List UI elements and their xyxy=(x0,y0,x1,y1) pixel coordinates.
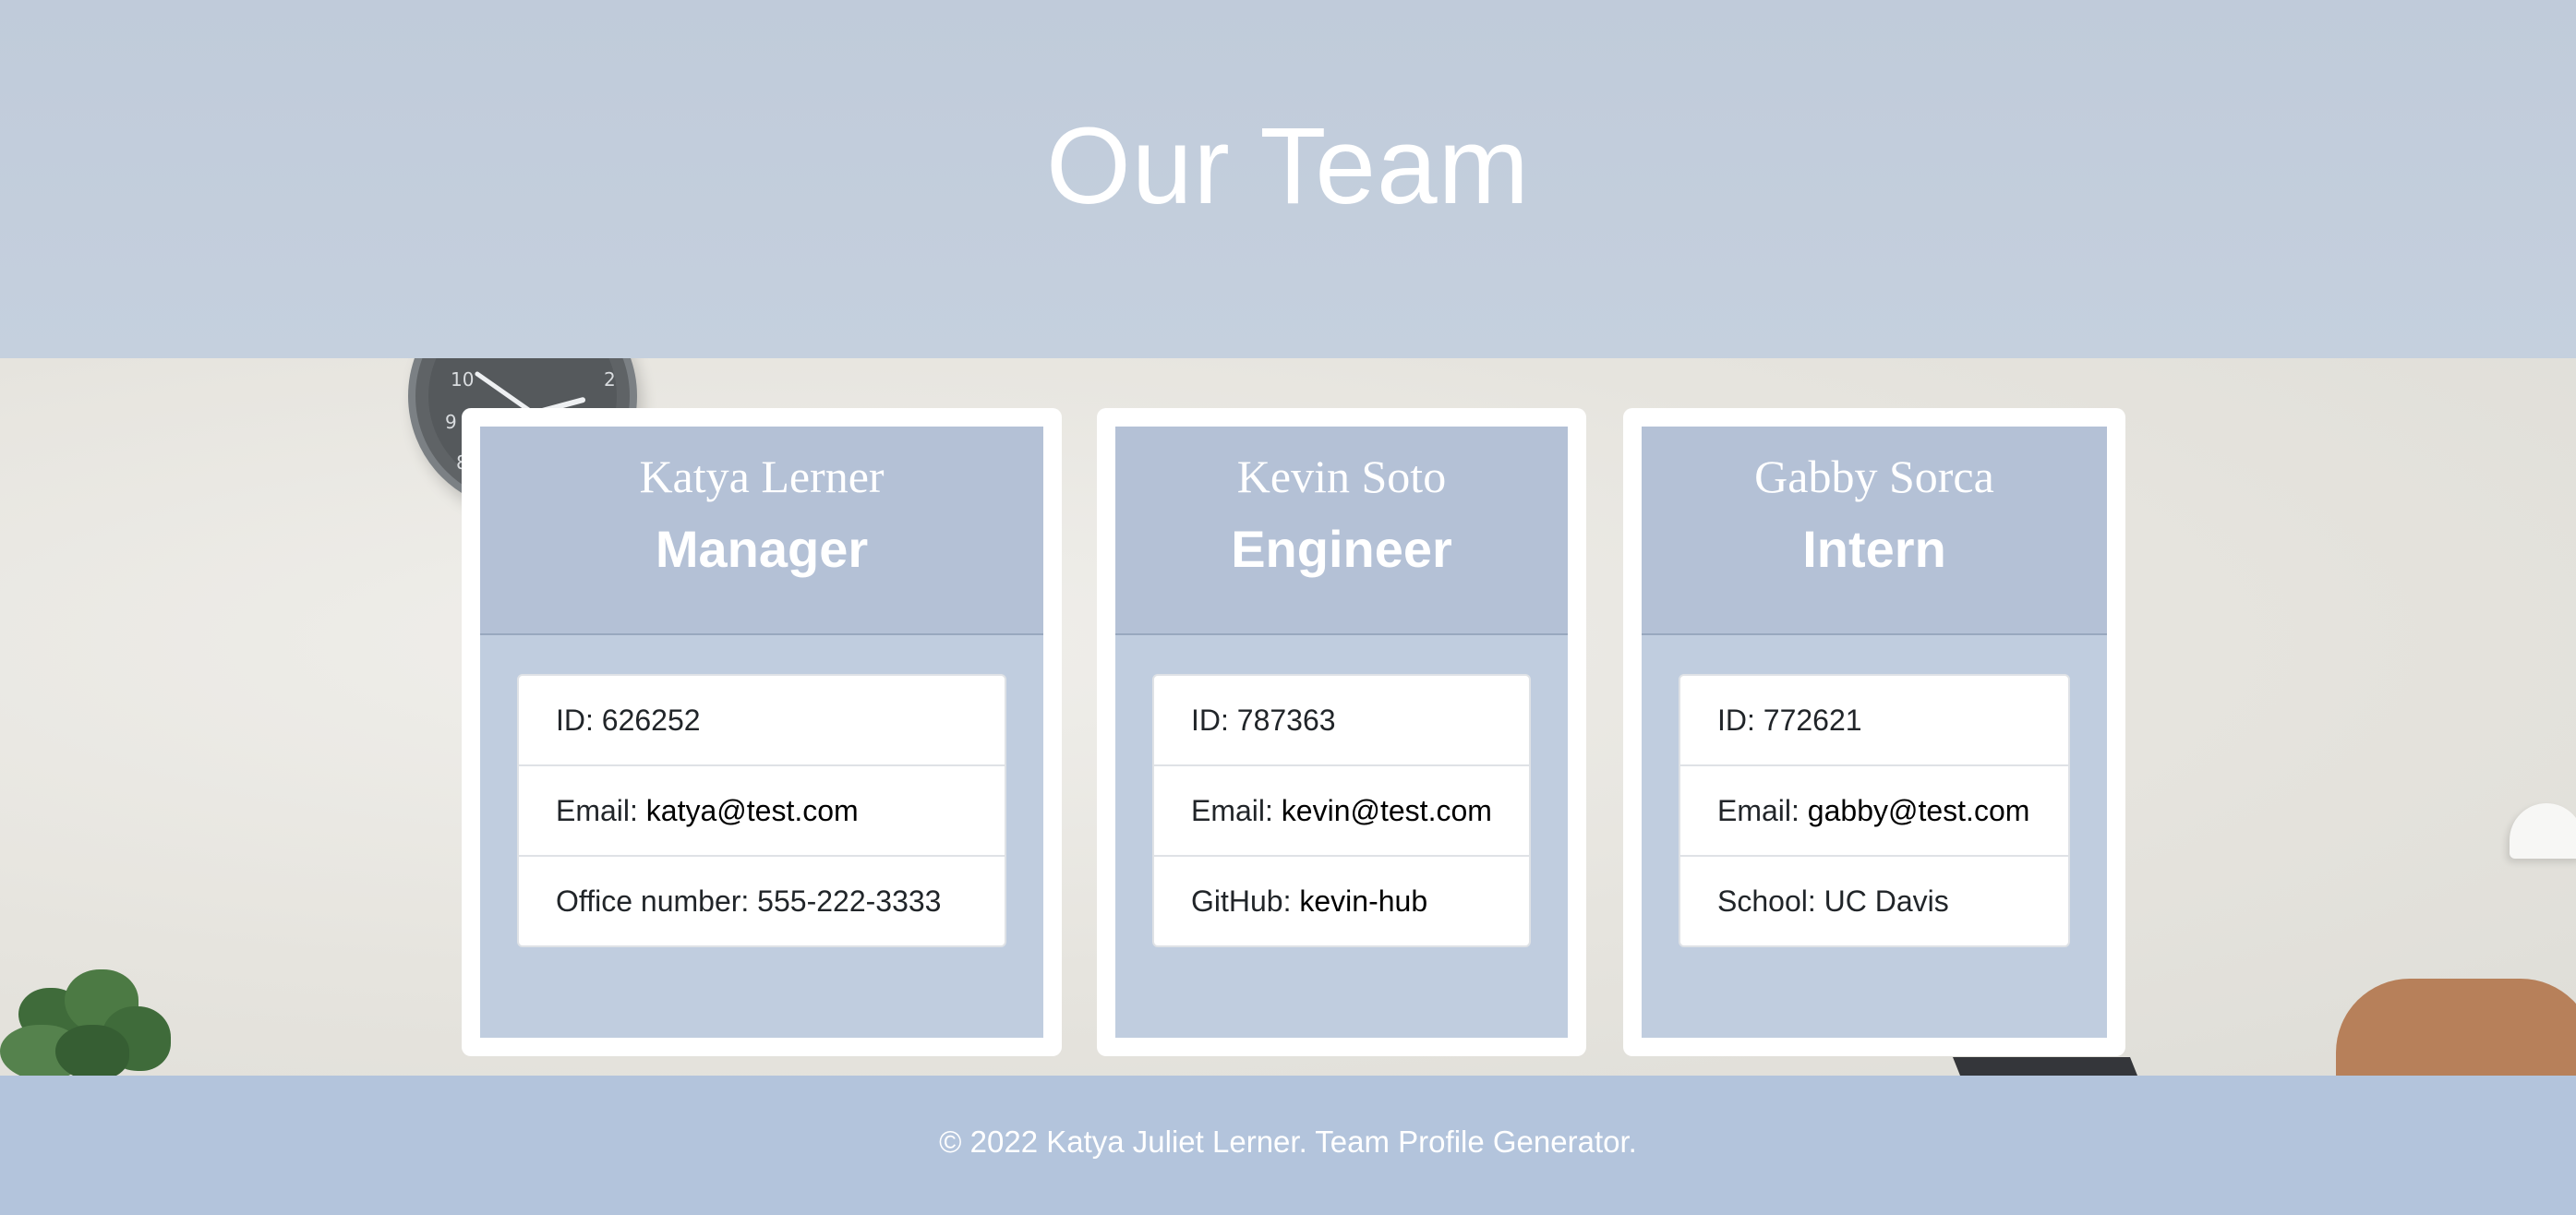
school-label: School: xyxy=(1717,884,1824,918)
email-label: Email: xyxy=(556,794,646,827)
employee-details: ID: 626252 Email: katya@test.com Office … xyxy=(517,674,1006,947)
employee-name: Gabby Sorca xyxy=(1754,451,1994,502)
school: School: UC Davis xyxy=(1680,857,2068,945)
office-number: Office number: 555-222-3333 xyxy=(519,857,1005,945)
page-title: Our Team xyxy=(1046,105,1530,227)
employee-role: Intern xyxy=(1802,520,1946,578)
employee-name: Katya Lerner xyxy=(639,451,885,502)
employee-role: Manager xyxy=(655,520,869,578)
employee-email: Email: kevin@test.com xyxy=(1154,766,1529,857)
card-body: Katya Lerner Manager ID: 626252 Email: k… xyxy=(480,427,1043,1038)
id-value: 787363 xyxy=(1236,704,1336,737)
card-header: Katya Lerner Manager xyxy=(480,427,1043,635)
email-link[interactable]: katya@test.com xyxy=(646,794,859,827)
email-label: Email: xyxy=(1191,794,1282,827)
employee-id: ID: 772621 xyxy=(1680,676,2068,766)
github: GitHub: kevin-hub xyxy=(1154,857,1529,945)
employee-card-engineer: Kevin Soto Engineer ID: 787363 Email: ke… xyxy=(1097,408,1586,1056)
card-body: Kevin Soto Engineer ID: 787363 Email: ke… xyxy=(1115,427,1568,1038)
email-link[interactable]: kevin@test.com xyxy=(1282,794,1492,827)
employee-name: Kevin Soto xyxy=(1236,451,1447,502)
employee-details: ID: 787363 Email: kevin@test.com GitHub:… xyxy=(1152,674,1531,947)
card-header: Kevin Soto Engineer xyxy=(1115,427,1568,635)
id-value: 626252 xyxy=(601,704,701,737)
school-value: UC Davis xyxy=(1824,884,1949,918)
employee-email: Email: gabby@test.com xyxy=(1680,766,2068,857)
email-label: Email: xyxy=(1717,794,1808,827)
card-body: Gabby Sorca Intern ID: 772621 Email: gab… xyxy=(1642,427,2107,1038)
github-link[interactable]: kevin-hub xyxy=(1299,884,1427,918)
github-label: GitHub: xyxy=(1191,884,1300,918)
id-value: 772621 xyxy=(1763,704,1862,737)
laptop-base xyxy=(1953,1057,2137,1076)
plant-icon xyxy=(0,951,185,1080)
lamp-icon xyxy=(2510,766,2576,868)
page-header: Our Team xyxy=(0,0,2576,358)
employee-id: ID: 626252 xyxy=(519,676,1005,766)
office-number-label: Office number: xyxy=(556,884,758,918)
employee-card-manager: Katya Lerner Manager ID: 626252 Email: k… xyxy=(462,408,1062,1056)
page-footer: © 2022 Katya Juliet Lerner. Team Profile… xyxy=(0,1076,2576,1215)
employee-details: ID: 772621 Email: gabby@test.com School:… xyxy=(1679,674,2070,947)
email-link[interactable]: gabby@test.com xyxy=(1808,794,2030,827)
id-label: ID: xyxy=(1191,704,1237,737)
id-label: ID: xyxy=(1717,704,1763,737)
employee-id: ID: 787363 xyxy=(1154,676,1529,766)
employee-card-intern: Gabby Sorca Intern ID: 772621 Email: gab… xyxy=(1623,408,2125,1056)
footer-text: © 2022 Katya Juliet Lerner. Team Profile… xyxy=(939,1124,1637,1159)
id-label: ID: xyxy=(556,704,602,737)
card-header: Gabby Sorca Intern xyxy=(1642,427,2107,635)
office-number-value: 555-222-3333 xyxy=(757,884,942,918)
employee-role: Engineer xyxy=(1231,520,1452,578)
employee-email: Email: katya@test.com xyxy=(519,766,1005,857)
team-cards: Katya Lerner Manager ID: 626252 Email: k… xyxy=(462,408,2125,1056)
